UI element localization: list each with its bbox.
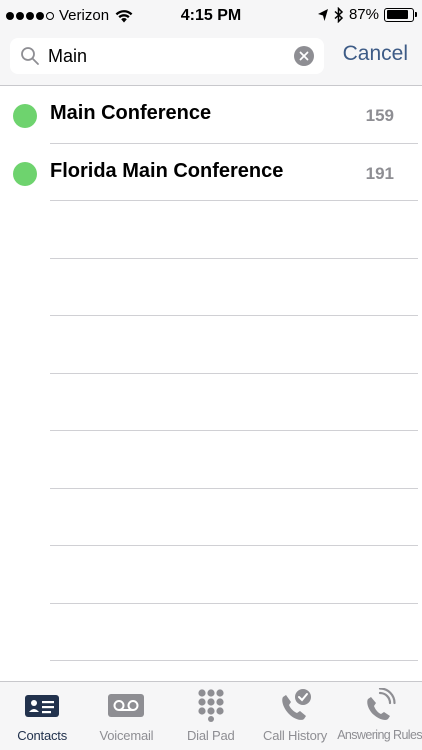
tab-voicemail[interactable]: Voicemail <box>84 682 168 750</box>
contact-row-florida-main-conference[interactable]: Florida Main Conference 191 <box>0 144 422 201</box>
empty-row <box>0 489 422 546</box>
search-icon <box>21 47 39 65</box>
tab-bar: Contacts Voicemail Dial Pad Call History <box>0 681 422 750</box>
empty-row <box>0 201 422 259</box>
presence-available-icon <box>13 104 37 128</box>
empty-row <box>0 374 422 431</box>
bluetooth-icon <box>334 6 344 23</box>
search-header: Cancel <box>0 32 422 86</box>
contact-name: Main Conference <box>50 102 212 124</box>
dialpad-icon <box>198 689 224 722</box>
empty-row <box>0 431 422 489</box>
voicemail-icon <box>108 694 145 717</box>
tab-dial-pad[interactable]: Dial Pad <box>169 682 253 750</box>
contact-extension: 191 <box>365 163 394 183</box>
row-divider <box>50 660 418 661</box>
contact-results-list: Main Conference 159 Florida Main Confere… <box>0 86 422 661</box>
tab-answering-rules[interactable]: Answering Rules <box>337 682 422 750</box>
search-box[interactable] <box>10 38 324 74</box>
tab-label: Dial Pad <box>186 728 235 743</box>
location-arrow-icon <box>317 8 328 21</box>
status-bar: Verizon 4:15 PM 87% <box>0 0 422 32</box>
presence-available-icon <box>13 161 37 186</box>
contacts-icon <box>25 695 60 717</box>
contact-name: Florida Main Conference <box>50 159 284 182</box>
empty-row <box>0 546 422 604</box>
call-history-icon <box>282 689 312 720</box>
empty-row <box>0 316 422 374</box>
answering-rules-icon <box>366 688 396 720</box>
tab-label: Voicemail <box>99 728 154 743</box>
empty-row <box>0 259 422 316</box>
status-right: 87% <box>317 6 417 23</box>
contact-row-main-conference[interactable]: Main Conference 159 <box>0 86 422 144</box>
tab-label: Contacts <box>17 728 67 743</box>
battery-fill <box>386 10 409 19</box>
tab-contacts[interactable]: Contacts <box>0 682 84 750</box>
battery-percentage: 87% <box>348 6 379 23</box>
tab-call-history[interactable]: Call History <box>253 682 337 750</box>
battery-icon <box>384 7 417 22</box>
contact-extension: 159 <box>365 106 394 125</box>
clear-icon <box>299 51 309 61</box>
clear-search-button[interactable] <box>294 46 314 66</box>
cancel-button[interactable]: Cancel <box>343 42 408 66</box>
tab-label: Answering Rules <box>337 728 422 742</box>
empty-row <box>0 604 422 661</box>
tab-label: Call History <box>263 728 328 743</box>
search-input[interactable] <box>48 45 278 67</box>
